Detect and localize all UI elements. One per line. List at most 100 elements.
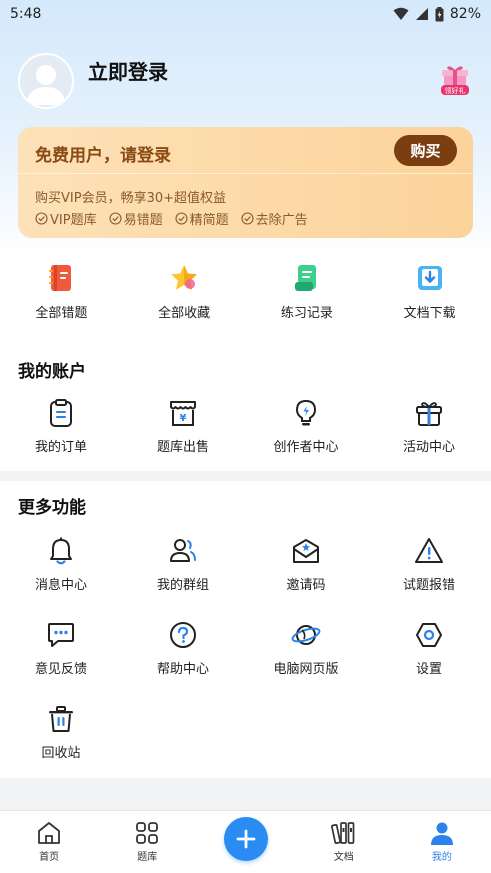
more-item-recycle-bin[interactable]: 回收站 [0,704,122,761]
quick-actions: 全部错题 全部收藏 练习记录 文档下载 [0,258,491,336]
more-item-label: 帮助中心 [156,662,209,677]
books-icon [330,822,355,844]
svg-text:¥: ¥ [180,413,187,424]
more-item-report-error[interactable]: 试题报错 [368,536,490,593]
quick-action-label: 文档下载 [403,306,456,321]
plus-icon [236,829,255,849]
vip-title: 免费用户，请登录 [35,146,171,166]
planet-web-icon [291,625,321,645]
vip-perk: 易错题 [109,209,163,228]
more-item-help-center[interactable]: 帮助中心 [122,620,244,677]
more-item-invite-code[interactable]: 邀请码 [245,536,367,593]
nav-add[interactable] [196,811,294,873]
check-circle-icon [109,212,122,225]
battery-percent: 82% [449,6,481,22]
account-section-title: 我的账户 [18,362,86,382]
vip-card[interactable]: 免费用户，请登录 购买 购买VIP会员，畅享30+超值权益 VIP题库 易错题 … [18,127,473,238]
grid-icon [136,822,159,844]
account-item-label: 我的订单 [34,440,87,455]
quick-action-label: 全部收藏 [158,306,211,321]
more-item-label: 我的群组 [156,578,209,593]
wrong-questions-book-icon [49,265,72,291]
avatar[interactable] [18,53,74,109]
nav-label: 题库 [137,852,158,863]
bottom-navigation: 首页 题库 文档 我的 [0,810,491,873]
settings-icon [416,623,442,647]
check-circle-icon [241,212,254,225]
more-item-label: 设置 [415,662,442,677]
vip-description: 购买VIP会员，畅享30+超值权益 [35,191,227,206]
battery-icon [435,6,444,22]
status-bar: 5:48 82% [0,0,491,28]
bell-icon [50,537,72,565]
check-circle-icon [35,212,48,225]
star-favorites-icon [171,265,198,290]
quick-action-label: 练习记录 [280,306,333,321]
status-indicators: 82% [393,6,481,22]
more-item-label: 试题报错 [402,578,455,593]
login-link[interactable]: 立即登录 [88,56,168,85]
lightbulb-icon [295,399,317,426]
order-icon [50,399,72,427]
vip-perk: 精简题 [175,209,229,228]
quick-action-document-download[interactable]: 文档下载 [368,258,491,336]
signal-icon [415,7,429,21]
nav-me[interactable]: 我的 [393,811,491,873]
account-item-bank-sale[interactable]: ¥ 题库出售 [122,398,244,455]
invite-mail-icon [293,539,319,563]
account-item-activity-center[interactable]: 活动中心 [368,398,490,455]
account-section: 我的账户 我的订单 ¥ 题库出售 创作者中心 活动中心 [0,345,491,471]
trash-icon [49,706,73,732]
nav-documents[interactable]: 文档 [295,811,393,873]
gift-icon [416,402,442,426]
check-circle-icon [175,212,188,225]
buy-button[interactable]: 购买 [394,135,457,166]
account-item-label: 创作者中心 [273,440,339,455]
more-item-label: 电脑网页版 [273,662,339,677]
user-icon [430,822,453,845]
gift-badge-icon[interactable]: 领好礼 [441,64,469,96]
vip-perks: VIP题库 易错题 精简题 去除广告 [35,209,308,228]
wifi-icon [393,7,409,21]
more-section-title: 更多功能 [18,498,86,518]
more-item-label: 邀请码 [286,578,326,593]
more-item-feedback[interactable]: 意见反馈 [0,620,122,677]
account-item-label: 活动中心 [402,440,455,455]
account-item-orders[interactable]: 我的订单 [0,398,122,455]
shop-icon: ¥ [170,401,196,426]
account-item-label: 题库出售 [156,440,209,455]
nav-label: 首页 [39,852,60,863]
more-item-settings[interactable]: 设置 [368,620,490,677]
status-time: 5:48 [10,6,42,22]
more-item-message-center[interactable]: 消息中心 [0,536,122,593]
quick-action-label: 全部错题 [35,306,88,321]
quick-action-practice-record[interactable]: 练习记录 [246,258,369,336]
more-item-label: 消息中心 [34,578,87,593]
more-item-label: 意见反馈 [34,662,87,677]
nav-home[interactable]: 首页 [0,811,98,873]
quick-action-favorites[interactable]: 全部收藏 [123,258,246,336]
gift-badge-text: 领好礼 [445,86,466,95]
add-button[interactable] [223,817,268,861]
quick-action-wrong-questions[interactable]: 全部错题 [0,258,123,336]
document-download-icon [417,266,442,290]
vip-divider [18,173,473,174]
more-section: 更多功能 消息中心 我的群组 邀请码 试题报错 意见反馈 帮助中心 电脑网页版 … [0,481,491,778]
nav-label: 文档 [333,852,354,863]
vip-perk: 去除广告 [241,209,308,228]
profile-header[interactable]: 立即登录 领好礼 [18,52,473,110]
home-icon [38,822,60,844]
warning-icon [415,538,443,563]
default-avatar-icon [26,65,66,105]
feedback-icon [48,623,74,647]
help-icon [170,622,196,648]
nav-question-bank[interactable]: 题库 [98,811,196,873]
account-item-creator-center[interactable]: 创作者中心 [245,398,367,455]
more-item-my-groups[interactable]: 我的群组 [122,536,244,593]
nav-label: 我的 [431,852,452,863]
practice-record-icon [294,265,316,291]
more-item-web-version[interactable]: 电脑网页版 [245,620,367,677]
more-item-label: 回收站 [41,746,81,761]
group-icon [170,539,196,562]
vip-perk: VIP题库 [35,209,97,228]
